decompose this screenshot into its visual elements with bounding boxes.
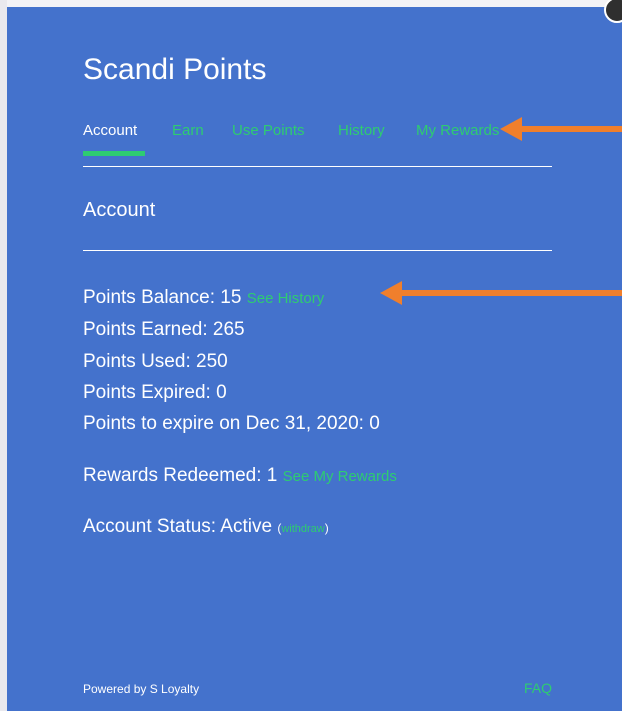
see-my-rewards-link[interactable]: See My Rewards <box>283 468 397 485</box>
close-icon[interactable] <box>604 0 622 23</box>
account-status: Account Status: Active <box>83 516 273 537</box>
rewards-redeemed: Rewards Redeemed: 1 <box>83 465 278 486</box>
tab-earn[interactable]: Earn <box>172 122 204 139</box>
tab-bar: Account Earn Use Points History My Rewar… <box>83 122 552 167</box>
tab-history[interactable]: History <box>338 122 385 139</box>
see-history-link[interactable]: See History <box>247 290 325 307</box>
points-balance: Points Balance: 15 <box>83 287 242 308</box>
page-title: Scandi Points <box>83 53 267 86</box>
account-status-row: Account Status: Active (withdraw) <box>83 516 329 538</box>
faq-link[interactable]: FAQ <box>524 680 552 696</box>
rewards-redeemed-row: Rewards Redeemed: 1 See My Rewards <box>83 465 397 487</box>
withdraw-link[interactable]: withdraw <box>281 523 324 535</box>
paren-close: ) <box>324 521 329 535</box>
section-divider <box>83 250 552 251</box>
annotation-arrow-tabs <box>500 117 622 141</box>
tab-use-points[interactable]: Use Points <box>232 122 305 139</box>
points-used: Points Used: 250 <box>83 351 228 372</box>
section-heading: Account <box>83 199 156 221</box>
points-earned: Points Earned: 265 <box>83 319 245 340</box>
points-expired: Points Expired: 0 <box>83 382 227 403</box>
loyalty-panel: Scandi Points Account Earn Use Points Hi… <box>7 0 622 711</box>
active-tab-indicator <box>83 151 145 156</box>
tab-my-rewards[interactable]: My Rewards <box>416 122 499 139</box>
points-to-expire: Points to expire on Dec 31, 2020: 0 <box>83 413 380 434</box>
powered-by: Powered by S Loyalty <box>83 682 200 696</box>
page-backdrop-left <box>0 0 7 711</box>
points-balance-row: Points Balance: 15 See History <box>83 287 324 309</box>
tab-account[interactable]: Account <box>83 122 137 139</box>
annotation-arrow-history <box>380 281 622 305</box>
page-backdrop-top <box>0 0 622 7</box>
